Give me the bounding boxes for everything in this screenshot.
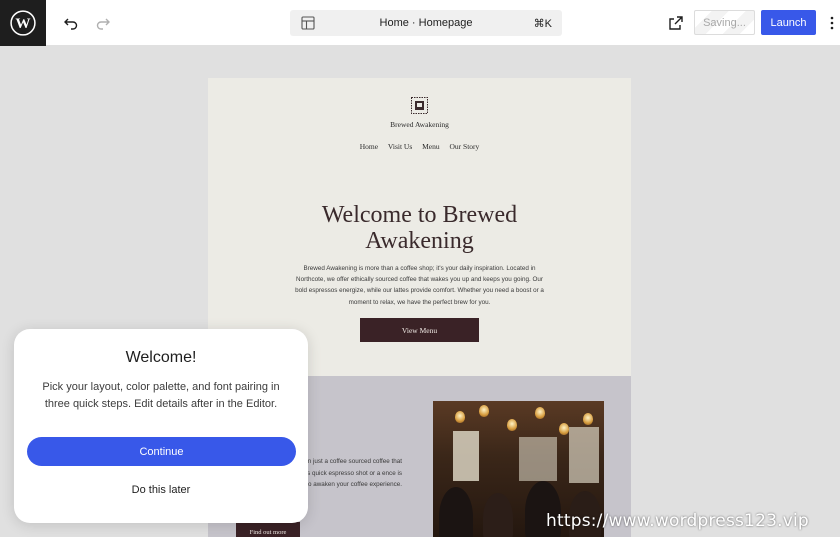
nav-item-menu[interactable]: Menu: [422, 142, 440, 151]
command-bar[interactable]: Home · Homepage ⌘K: [290, 10, 562, 36]
watermark-text: https://www.wordpress123.vip: [546, 511, 809, 531]
find-out-more-button[interactable]: Find out more: [236, 522, 300, 537]
nav-item-home[interactable]: Home: [360, 142, 378, 151]
dialog-description: Pick your layout, color palette, and fon…: [42, 381, 280, 410]
photo-lamp: [455, 411, 465, 423]
site-logo[interactable]: [411, 97, 428, 114]
external-link-icon[interactable]: [664, 11, 688, 35]
nav-item-visit-us[interactable]: Visit Us: [388, 142, 412, 151]
wordpress-icon[interactable]: W: [0, 0, 46, 46]
svg-text:W: W: [15, 15, 30, 32]
photo-figure: [483, 493, 513, 537]
photo-lamp: [535, 407, 545, 419]
photo-lamp: [583, 413, 593, 425]
undo-icon[interactable]: [59, 11, 83, 35]
photo-lamp: [479, 405, 489, 417]
editor-toolbar: W Home · Homepage ⌘K Saving... Launch: [0, 0, 840, 46]
nav-item-our-story[interactable]: Our Story: [450, 142, 480, 151]
do-this-later-button[interactable]: Do this later: [14, 484, 308, 496]
photo-lamp: [559, 423, 569, 435]
dialog-title: Welcome!: [125, 349, 197, 366]
photo-window: [519, 437, 557, 481]
wordpress-logo-glyph: W: [10, 10, 36, 36]
photo-window: [453, 431, 479, 481]
launch-button[interactable]: Launch: [761, 10, 816, 35]
photo-lamp: [507, 419, 517, 431]
continue-button[interactable]: Continue: [27, 437, 296, 466]
more-vertical-icon[interactable]: [824, 11, 840, 35]
shortcut-hint: ⌘K: [533, 18, 552, 30]
site-title[interactable]: Brewed Awakening: [208, 120, 631, 129]
redo-icon[interactable]: [91, 11, 115, 35]
photo-figure: [439, 487, 473, 537]
document-title: Home · Homepage: [379, 17, 473, 29]
saving-button[interactable]: Saving...: [694, 10, 755, 35]
view-menu-button[interactable]: View Menu: [360, 318, 479, 342]
hero-title[interactable]: Welcome to Brewed Awakening: [268, 202, 571, 254]
site-navigation: Home Visit Us Menu Our Story: [208, 142, 631, 151]
welcome-dialog: Welcome! Pick your layout, color palette…: [14, 329, 308, 523]
hero-text[interactable]: Brewed Awakening is more than a coffee s…: [294, 263, 545, 308]
photo-window: [569, 427, 599, 483]
